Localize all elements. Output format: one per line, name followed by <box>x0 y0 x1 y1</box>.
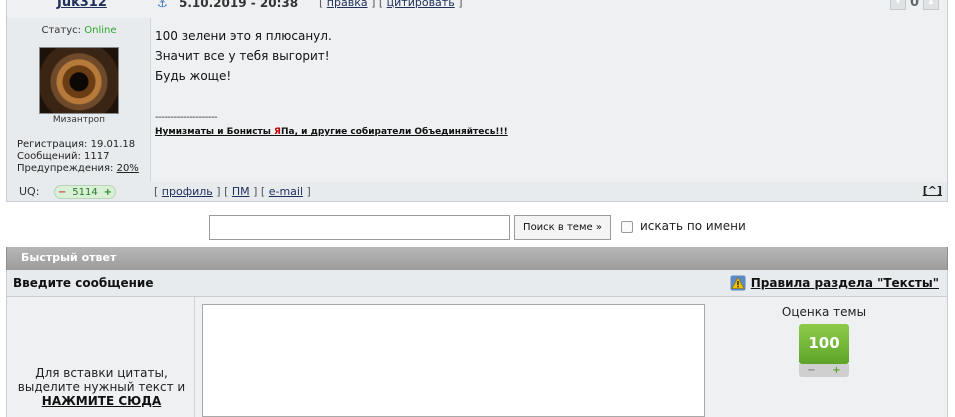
rating-plus-button[interactable]: + <box>832 365 840 376</box>
search-by-name-checkbox[interactable] <box>621 221 633 233</box>
signature-divider: -------------------- <box>155 112 218 123</box>
topic-rating-controls: − + <box>799 364 849 377</box>
author-panel: Статус: Online Мизантроп Регистрация: 19… <box>7 18 151 182</box>
uq-label: UQ: <box>19 185 40 198</box>
warnings-label: Предупреждения: <box>17 163 114 174</box>
message-line: Значит все у тебя выгорит! <box>155 49 330 63</box>
post-date: 5.10.2019 - 20:38 <box>179 0 299 10</box>
quote-hint-line: выделите нужный текст и <box>17 380 186 394</box>
status-label: Статус: <box>41 25 82 36</box>
signature: Нумизматы и Бонисты ЯПа, и другие собира… <box>155 127 508 137</box>
section-rules: Правила раздела "Тексты" <box>730 275 939 291</box>
insert-quote-link[interactable]: НАЖМИТЕ СЮДА <box>7 394 196 408</box>
registration-date: Регистрация: 19.01.18 <box>17 139 136 150</box>
author-stats: Регистрация: 19.01.18 Сообщений: 1117 Пр… <box>17 139 139 175</box>
quote-hint-line: Для вставки цитаты, <box>35 366 168 380</box>
post-header: Juk312 ⚓ 5.10.2019 - 20:38 [ правка ] [ … <box>6 0 948 18</box>
warnings-value[interactable]: 20% <box>117 163 139 174</box>
topic-rating-panel: Оценка темы 100 − + <box>714 297 948 417</box>
uq-plus-button[interactable]: + <box>104 187 112 198</box>
message-line: Будь жоще! <box>155 69 232 83</box>
signature-part: Нумизматы и Бонисты <box>155 127 275 137</box>
status-value: Online <box>84 25 117 36</box>
warning-icon <box>730 275 746 291</box>
uq-reputation: − 5114 + <box>54 185 116 199</box>
vote-down-icon[interactable]: ▾ <box>889 0 906 10</box>
post-rating-count: 0 <box>909 0 919 10</box>
author-links: [ профиль ] [ ПМ ] [ e-mail ] <box>154 185 311 198</box>
post-author-link[interactable]: Juk312 <box>57 0 107 10</box>
author-title: Мизантроп <box>52 115 106 125</box>
warnings: Предупреждения: 20% <box>17 163 139 175</box>
signature-part: Па, и другие собиратели Объединяйтесь!!! <box>280 127 508 137</box>
post-body: Статус: Online Мизантроп Регистрация: 19… <box>6 18 948 182</box>
quick-reply-header: Быстрый ответ <box>6 247 948 270</box>
quote-hint-panel: Для вставки цитаты, выделите нужный текс… <box>6 297 195 417</box>
reply-editor-panel <box>195 297 714 417</box>
rating-minus-button[interactable]: − <box>807 365 815 376</box>
search-by-name-label[interactable]: искать по имени <box>640 219 746 233</box>
topic-rating-value: 100 <box>799 324 849 364</box>
post-rating: ▾ 0 ▴ <box>889 0 939 10</box>
message-line: 100 зелени это я плюсанул. <box>155 29 332 43</box>
quote-hint: Для вставки цитаты, выделите нужный текс… <box>7 366 196 408</box>
scroll-top-link[interactable]: [^] <box>923 184 942 197</box>
anchor-icon[interactable]: ⚓ <box>157 0 168 10</box>
message-count: Сообщений: 1117 <box>17 151 110 162</box>
edit-link[interactable]: правка <box>327 0 368 9</box>
post-actions: [ правка ] [ цитировать ] <box>319 0 463 9</box>
section-rules-link[interactable]: Правила раздела "Тексты" <box>751 276 939 290</box>
quote-link[interactable]: цитировать <box>387 0 455 9</box>
author-status: Статус: Online <box>7 25 151 36</box>
search-topic-button[interactable]: Поиск в теме » <box>514 215 611 240</box>
message-text: 100 зелени это я плюсанул. Значит все у … <box>155 26 332 86</box>
uq-minus-button[interactable]: − <box>58 187 66 198</box>
quick-reply-title: Быстрый ответ <box>21 251 117 264</box>
uq-value: 5114 <box>72 186 98 198</box>
enter-message-label: Введите сообщение <box>13 276 154 290</box>
search-input[interactable] <box>209 215 510 240</box>
topic-rating-label: Оценка темы <box>781 305 867 319</box>
pm-link[interactable]: ПМ <box>232 185 250 198</box>
signature-red-letter: Я <box>274 127 281 137</box>
avatar[interactable] <box>39 47 119 114</box>
profile-link[interactable]: профиль <box>162 185 213 198</box>
reply-textarea[interactable] <box>202 304 705 417</box>
quick-reply-subheader: Введите сообщение Правила раздела "Текст… <box>6 270 948 297</box>
email-link[interactable]: e-mail <box>269 185 303 198</box>
post-footer: UQ: − 5114 + [ профиль ] [ ПМ ] [ e-mail… <box>6 182 948 202</box>
vote-up-icon[interactable]: ▴ <box>923 0 939 10</box>
message-panel: 100 зелени это я плюсанул. Значит все у … <box>151 18 947 182</box>
